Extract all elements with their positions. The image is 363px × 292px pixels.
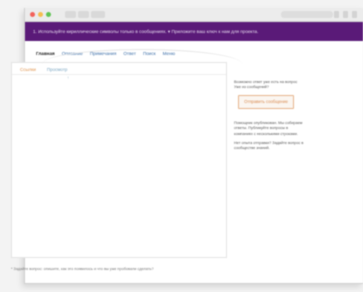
browser-toolbar: [25, 8, 363, 22]
tab-menu[interactable]: Меню: [163, 51, 175, 56]
address-bar[interactable]: [281, 11, 333, 18]
minimize-window-icon[interactable]: [38, 12, 43, 17]
maximize-window-icon[interactable]: [46, 12, 51, 17]
sidebar-note-2: Нет опыта отправки? Задайте вопрос в соо…: [234, 141, 304, 151]
tab-description[interactable]: Описание: [62, 51, 83, 56]
new-tab-icon[interactable]: [343, 11, 348, 18]
editor-cursor-mark: ↑: [67, 75, 69, 80]
footer-hint: * Задайте вопрос: опишите, как это появи…: [11, 267, 154, 271]
notice-banner: 1. Используйте кириллические символы тол…: [25, 22, 363, 41]
sidebar-note-1: Помощник опубликован. Мы собираем ответы…: [234, 120, 303, 136]
tab-search[interactable]: Поиск: [143, 51, 156, 56]
forward-button[interactable]: [78, 11, 89, 18]
toolbar-icons: [334, 11, 357, 18]
editor-tab-preview[interactable]: Просмотр: [47, 67, 68, 74]
tabs-overview-icon[interactable]: [352, 11, 357, 18]
message-editor[interactable]: Ссылки Просмотр ↑: [11, 49, 242, 258]
close-window-icon[interactable]: [30, 12, 35, 17]
tab-answer[interactable]: Ответ: [123, 51, 136, 56]
send-message-button[interactable]: Отправить сообщение: [238, 94, 294, 109]
main-tabs: Главная Описание Примечания Ответ Поиск …: [25, 41, 363, 56]
sidebar-toggle-button[interactable]: [91, 11, 105, 18]
sidebar-intro: Возможно ответ уже есть на вопрос Уже из…: [234, 80, 306, 91]
editor-tabs: Ссылки Просмотр: [12, 63, 226, 75]
tab-main[interactable]: Главная: [36, 51, 55, 56]
sidebar-intro-line1: Возможно ответ уже есть на вопрос: [234, 80, 298, 84]
share-icon[interactable]: [334, 11, 339, 18]
help-sidebar: Возможно ответ уже есть на вопрос Уже из…: [234, 80, 306, 156]
window-controls: [30, 12, 51, 17]
tab-notes[interactable]: Примечания: [90, 51, 117, 56]
back-button[interactable]: [65, 11, 76, 18]
editor-tab-links[interactable]: Ссылки: [20, 67, 36, 74]
notice-banner-text: 1. Используйте кириллические символы тол…: [33, 29, 259, 34]
sidebar-intro-line2: Уже из сообщений?: [234, 85, 269, 90]
